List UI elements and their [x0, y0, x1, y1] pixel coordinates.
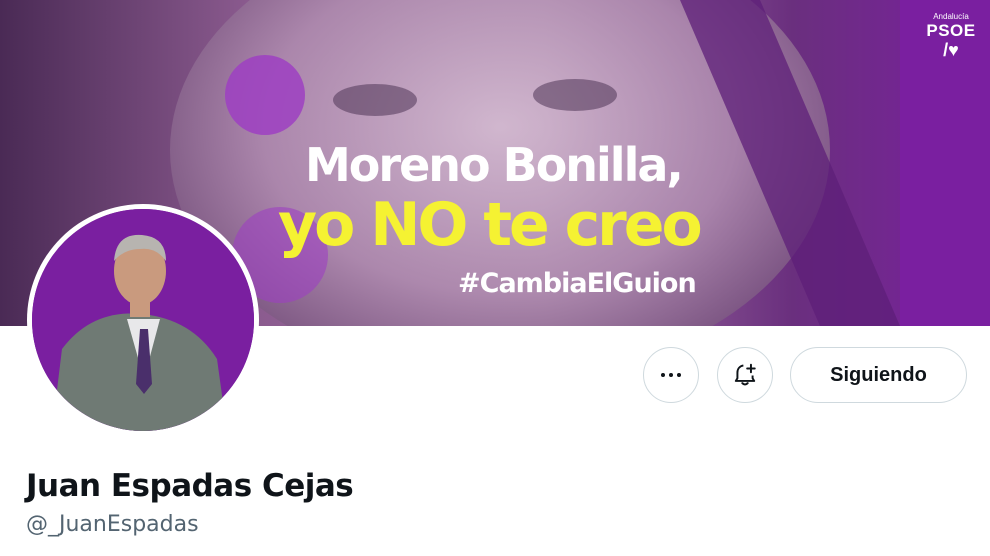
psoe-region-label: Andalucía: [933, 12, 969, 21]
psoe-logo: Andalucía PSOE /♥: [924, 12, 978, 59]
more-dots-icon: [661, 373, 681, 377]
avatar-portrait: [32, 209, 254, 431]
banner-slogan: yo NO te creo: [278, 190, 703, 260]
banner-headline: Moreno Bonilla,: [305, 138, 684, 192]
notifications-button[interactable]: [717, 347, 773, 403]
avatar-photo: [32, 209, 254, 431]
banner-hashtag: #CambiaElGuion: [458, 268, 697, 299]
psoe-mark: /♥: [943, 40, 959, 60]
profile-display-name: Juan Espadas Cejas: [26, 468, 354, 504]
psoe-name-label: PSOE: [926, 21, 976, 40]
following-button[interactable]: Siguiendo: [790, 347, 967, 403]
bell-plus-icon: [734, 363, 756, 386]
profile-handle: @_JuanEspadas: [26, 512, 199, 537]
more-options-button[interactable]: [643, 347, 699, 403]
avatar[interactable]: [27, 204, 259, 436]
